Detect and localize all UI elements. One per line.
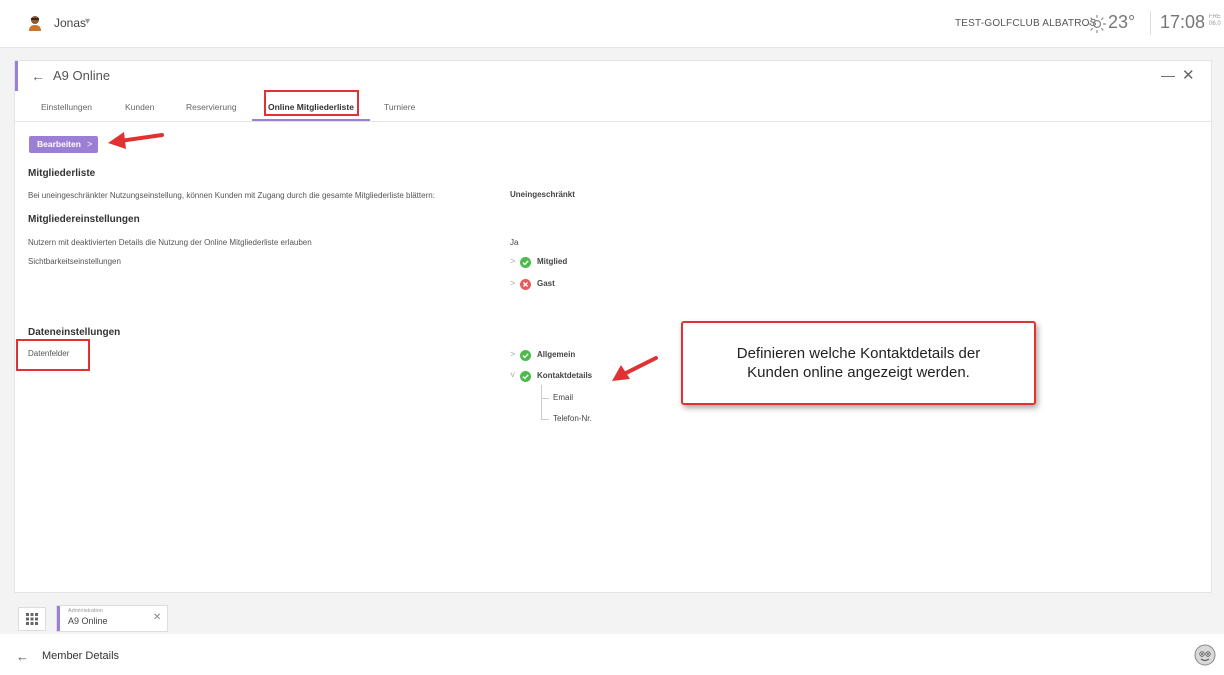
callout-line-2: Kunden online angezeigt werden. bbox=[747, 364, 970, 381]
tab-turniere[interactable]: Turniere bbox=[384, 102, 415, 112]
check-circle-icon bbox=[520, 257, 531, 268]
tree-subitem-telefon[interactable]: Telefon-Nr. bbox=[553, 414, 592, 423]
tree-item-label: Mitglied bbox=[537, 257, 568, 266]
temperature: 23° bbox=[1108, 12, 1136, 32]
cross-circle-icon bbox=[520, 279, 531, 290]
tree-item-label: Kontaktdetails bbox=[537, 371, 593, 380]
footer-bar: ← Member Details bbox=[0, 634, 1224, 675]
task-category: Administration bbox=[68, 608, 103, 614]
check-circle-icon bbox=[520, 371, 531, 382]
tree-connector bbox=[541, 398, 549, 399]
chevron-down-icon[interactable]: ˅ bbox=[510, 370, 515, 380]
tab-einstellungen[interactable]: Einstellungen bbox=[41, 102, 92, 112]
assistant-mascot-icon[interactable] bbox=[1194, 644, 1216, 666]
section-heading-dateneinstellungen: Dateneinstellungen bbox=[28, 327, 121, 338]
task-accent bbox=[57, 606, 60, 631]
tree-connector bbox=[541, 385, 542, 419]
active-tab-indicator bbox=[252, 119, 370, 121]
unrestricted-label: Bei uneingeschränkter Nutzungseinstellun… bbox=[28, 191, 435, 200]
chevron-right-icon[interactable]: > bbox=[510, 349, 515, 359]
user-name[interactable]: Jonas bbox=[54, 16, 86, 30]
grid-icon bbox=[26, 613, 38, 625]
tree-connector bbox=[541, 419, 549, 420]
task-bar bbox=[0, 604, 1224, 634]
tab-reservierung[interactable]: Reservierung bbox=[186, 102, 237, 112]
clock-time: 17:08 bbox=[1160, 12, 1206, 32]
deactivated-details-label: Nutzern mit deaktivierten Details die Nu… bbox=[28, 238, 312, 247]
unrestricted-value: Uneingeschränkt bbox=[510, 190, 575, 199]
clock-day: FRE 06.0 bbox=[1209, 14, 1221, 27]
chevron-right-icon: > bbox=[87, 139, 93, 149]
panel-accent bbox=[15, 61, 18, 91]
back-arrow-icon[interactable]: ← bbox=[31, 68, 45, 84]
callout-line-1: Definieren welche Kontaktdetails der bbox=[736, 345, 981, 362]
annotation-arrow-icon bbox=[612, 356, 658, 381]
annotation-arrow-icon bbox=[108, 132, 164, 149]
section-heading-mitgliederliste: Mitgliederliste bbox=[28, 168, 96, 179]
section-heading-mitgliedereinstellungen: Mitgliedereinstellungen bbox=[28, 214, 140, 225]
deactivated-details-value: Ja bbox=[510, 238, 519, 247]
tree-item-label: Gast bbox=[537, 279, 555, 288]
visibility-settings-label: Sichtbarkeitseinstellungen bbox=[28, 257, 121, 266]
footer-title: Member Details bbox=[42, 650, 120, 662]
tree-subitem-email[interactable]: Email bbox=[553, 393, 573, 402]
minimize-icon[interactable]: — bbox=[1161, 67, 1175, 83]
tab-kunden[interactable]: Kunden bbox=[125, 102, 154, 112]
edit-button-label: Bearbeiten bbox=[37, 139, 81, 149]
check-circle-icon bbox=[520, 350, 531, 361]
sun-icon bbox=[1087, 14, 1107, 34]
task-tab-a9-online[interactable]: Administration A9 Online ✕ bbox=[56, 605, 168, 632]
datenfelder-highlight-box bbox=[16, 339, 90, 371]
panel-title: A9 Online bbox=[53, 68, 111, 83]
club-name: TEST-GOLFCLUB ALBATROS bbox=[955, 18, 1097, 29]
task-name: A9 Online bbox=[68, 616, 108, 626]
tab-highlight-box bbox=[264, 90, 359, 116]
annotation-callout: Definieren welche Kontaktdetails der Kun… bbox=[681, 321, 1036, 405]
tab-bar: Einstellungen Kunden Reservierung Online… bbox=[15, 95, 1211, 122]
close-icon[interactable]: ✕ bbox=[153, 612, 161, 623]
top-bar: Jonas ▾ TEST-GOLFCLUB ALBATROS 23° 17:08… bbox=[0, 0, 1224, 48]
user-avatar-icon[interactable] bbox=[28, 15, 42, 31]
apps-grid-button[interactable] bbox=[18, 607, 46, 631]
back-arrow-icon[interactable]: ← bbox=[16, 649, 29, 664]
edit-button[interactable]: Bearbeiten > bbox=[29, 136, 98, 153]
tree-item-label: Allgemein bbox=[537, 350, 576, 359]
chevron-right-icon[interactable]: > bbox=[510, 256, 515, 266]
close-icon[interactable]: ✕ bbox=[1182, 66, 1195, 84]
user-menu-caret-icon[interactable]: ▾ bbox=[85, 16, 90, 27]
divider bbox=[1150, 11, 1151, 35]
chevron-right-icon[interactable]: > bbox=[510, 278, 515, 288]
